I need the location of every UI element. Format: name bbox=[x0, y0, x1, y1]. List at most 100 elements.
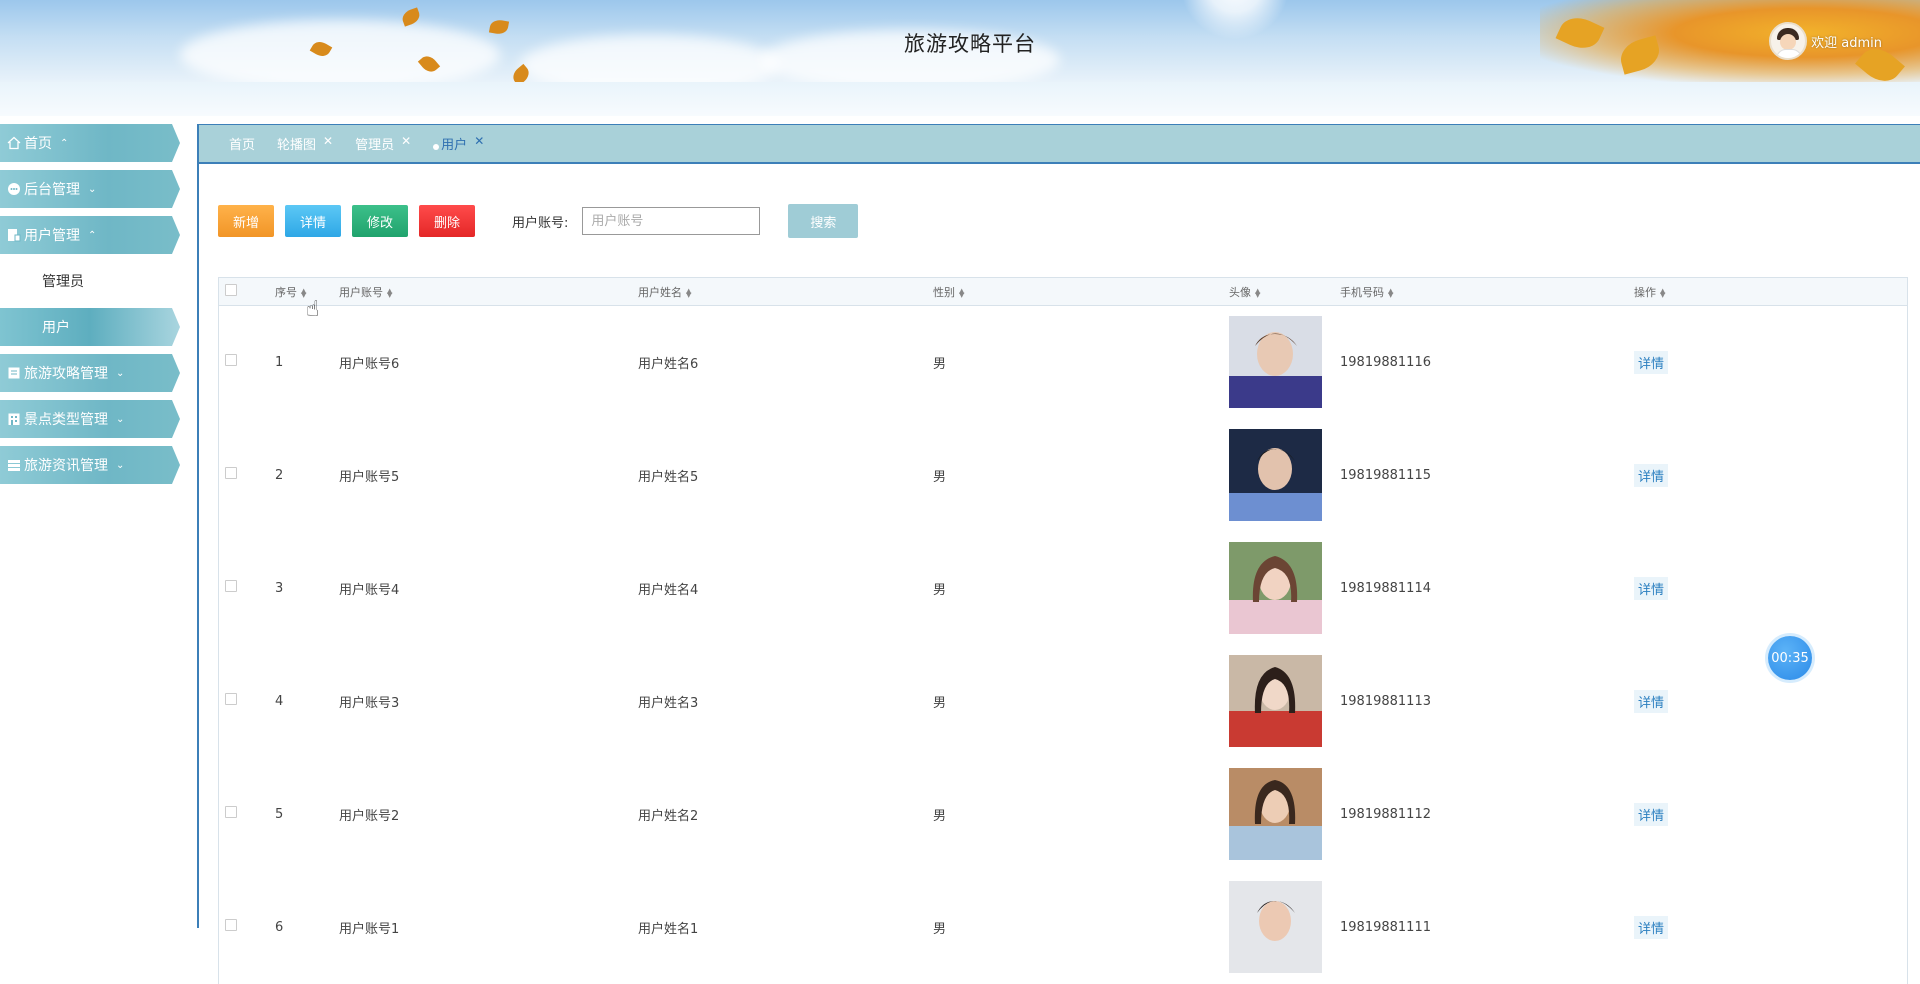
user-table: 序号 ▲ ▼ 用户账号 ▲ ▼ 用户姓名 ▲ ▼ 性别 ▲ ▼ 头像 ▲ ▼ 手机号码 ▲ ▼ 操作 ▲ ▼… bbox=[218, 277, 1908, 984]
chat-icon bbox=[6, 181, 22, 197]
sidebar-item-backend[interactable]: 后台管理 ⌄ bbox=[0, 170, 180, 208]
row-checkbox[interactable] bbox=[225, 354, 237, 367]
sort-icon[interactable]: ▲ ▼ bbox=[1660, 287, 1665, 298]
sidebar-item-label: 后台管理 bbox=[24, 182, 80, 198]
cell-index: 4 bbox=[275, 693, 284, 709]
close-icon[interactable]: ✕ bbox=[474, 134, 484, 148]
header-banner: 旅游攻略平台 欢迎 admin bbox=[0, 0, 1920, 82]
cell-gender: 男 bbox=[933, 808, 947, 824]
column-header[interactable]: 手机号码 ▲ ▼ bbox=[1340, 278, 1634, 306]
table-row[interactable]: 6 用户账号1 用户姓名1 男 19819881111 详情 bbox=[219, 871, 1907, 984]
chevron-up-icon: ⌃ bbox=[88, 229, 97, 241]
list-icon bbox=[6, 457, 22, 473]
chevron-up-icon: ⌃ bbox=[60, 137, 69, 149]
sidebar-item-label: 景点类型管理 bbox=[24, 412, 108, 428]
tab-label: 轮播图 bbox=[277, 138, 317, 153]
column-header[interactable]: 性别 ▲ ▼ bbox=[933, 278, 1229, 306]
cell-name: 用户姓名3 bbox=[638, 695, 699, 711]
row-checkbox[interactable] bbox=[225, 580, 237, 592]
cell-index: 1 bbox=[275, 354, 284, 370]
row-detail-button[interactable]: 详情 bbox=[1634, 915, 1669, 939]
row-checkbox[interactable] bbox=[225, 806, 237, 818]
table-row[interactable]: 2 用户账号5 用户姓名5 男 19819881115 详情 bbox=[219, 419, 1907, 532]
tab-admin[interactable]: 管理员 ✕ bbox=[355, 134, 411, 154]
row-detail-button[interactable]: 详情 bbox=[1634, 350, 1669, 374]
row-detail-button[interactable]: 详情 bbox=[1634, 576, 1669, 600]
sidebar-item-user-management[interactable]: 用户管理 ⌃ bbox=[0, 216, 180, 254]
sidebar-item-travel-guide[interactable]: 旅游攻略管理 ⌄ bbox=[0, 354, 180, 392]
home-icon bbox=[6, 135, 22, 151]
book-icon bbox=[6, 365, 22, 381]
row-detail-button[interactable]: 详情 bbox=[1634, 802, 1669, 826]
sidebar-item-home[interactable]: 首页 ⌃ bbox=[0, 124, 180, 162]
close-icon[interactable]: ✕ bbox=[401, 134, 411, 148]
cell-gender: 男 bbox=[933, 582, 947, 598]
sort-icon[interactable]: ▲ ▼ bbox=[301, 287, 306, 298]
table-row[interactable]: 3 用户账号4 用户姓名4 男 19819881114 详情 bbox=[219, 532, 1907, 645]
cell-phone: 19819881115 bbox=[1340, 467, 1431, 483]
avatar-image bbox=[1229, 655, 1322, 747]
cell-gender: 男 bbox=[933, 469, 947, 485]
timer-badge[interactable]: 00:35 bbox=[1768, 636, 1812, 680]
sidebar-item-label: 管理员 bbox=[42, 274, 84, 290]
cell-index: 2 bbox=[275, 467, 284, 483]
cell-phone: 19819881114 bbox=[1340, 580, 1431, 596]
tab-label: 管理员 bbox=[355, 138, 395, 153]
tab-label: 首页 bbox=[229, 138, 256, 153]
column-header[interactable]: 用户账号 ▲ ▼ bbox=[339, 278, 638, 306]
cell-account: 用户账号3 bbox=[339, 695, 400, 711]
cell-phone: 19819881113 bbox=[1340, 693, 1431, 709]
sort-icon[interactable]: ▲ ▼ bbox=[1388, 287, 1393, 298]
table-row[interactable]: 4 用户账号3 用户姓名3 男 19819881113 详情 bbox=[219, 645, 1907, 758]
sort-icon[interactable]: ▲ ▼ bbox=[686, 287, 691, 298]
sidebar-item-label: 旅游资讯管理 bbox=[24, 458, 108, 474]
active-dot-icon bbox=[433, 143, 440, 150]
cell-gender: 男 bbox=[933, 356, 947, 372]
table-row[interactable]: 5 用户账号2 用户姓名2 男 19819881112 详情 bbox=[219, 758, 1907, 871]
column-header[interactable]: 用户姓名 ▲ ▼ bbox=[638, 278, 933, 306]
close-icon[interactable]: ✕ bbox=[323, 134, 333, 148]
sidebar-item-label: 首页 bbox=[24, 136, 52, 152]
app-title: 旅游攻略平台 bbox=[904, 32, 1036, 56]
sort-icon[interactable]: ▲ ▼ bbox=[1255, 287, 1260, 298]
sidebar-subitem-user[interactable]: 用户 bbox=[0, 308, 180, 346]
chevron-down-icon: ⌄ bbox=[116, 367, 125, 379]
search-input[interactable] bbox=[582, 207, 761, 235]
column-header[interactable]: 头像 ▲ ▼ bbox=[1229, 278, 1340, 306]
toolbar: 新增 详情 修改 删除 用户账号: 搜索 bbox=[218, 204, 859, 238]
welcome-text: 欢迎 admin bbox=[1811, 35, 1882, 51]
tab-home[interactable]: 首页 bbox=[229, 134, 255, 153]
search-label: 用户账号: bbox=[512, 215, 569, 231]
row-checkbox[interactable] bbox=[225, 693, 237, 705]
detail-button[interactable]: 详情 bbox=[285, 205, 341, 237]
delete-button[interactable]: 删除 bbox=[419, 205, 475, 237]
table-row[interactable]: 1 用户账号6 用户姓名6 男 19819881116 详情 bbox=[219, 306, 1907, 419]
edit-button[interactable]: 修改 bbox=[352, 205, 408, 237]
avatar-image bbox=[1229, 316, 1322, 409]
column-header[interactable]: 操作 ▲ ▼ bbox=[1634, 278, 1907, 306]
sidebar-item-travel-news[interactable]: 旅游资讯管理 ⌄ bbox=[0, 446, 180, 484]
sort-icon[interactable]: ▲ ▼ bbox=[387, 287, 392, 298]
sidebar-item-scenic-type[interactable]: 景点类型管理 ⌄ bbox=[0, 400, 180, 438]
chevron-down-icon: ⌄ bbox=[116, 413, 125, 425]
row-detail-button[interactable]: 详情 bbox=[1634, 689, 1669, 713]
avatar bbox=[1769, 22, 1808, 60]
row-checkbox[interactable] bbox=[225, 919, 237, 931]
cell-index: 3 bbox=[275, 580, 284, 596]
tab-user[interactable]: 用户 ✕ bbox=[433, 134, 484, 153]
row-checkbox[interactable] bbox=[225, 467, 237, 479]
row-detail-button[interactable]: 详情 bbox=[1634, 463, 1669, 487]
sidebar-subitem-admin[interactable]: 管理员 bbox=[0, 262, 180, 300]
user-menu[interactable]: 欢迎 admin bbox=[1769, 22, 1882, 60]
sort-icon[interactable]: ▲ ▼ bbox=[959, 287, 964, 298]
select-all-checkbox[interactable] bbox=[225, 284, 237, 296]
avatar-image bbox=[1229, 542, 1322, 634]
tab-carousel[interactable]: 轮播图 ✕ bbox=[277, 134, 333, 154]
add-button[interactable]: 新增 bbox=[218, 205, 274, 237]
sidebar: 首页 ⌃ 后台管理 ⌄ 用户管理 ⌃ 管理员 用户 旅游攻略管理 ⌄ 景点类型管… bbox=[0, 124, 190, 492]
search-button[interactable]: 搜索 bbox=[788, 204, 859, 238]
building-icon bbox=[6, 411, 22, 427]
header-subbar bbox=[0, 82, 1920, 116]
content-divider bbox=[197, 124, 199, 928]
cell-account: 用户账号1 bbox=[339, 921, 400, 937]
